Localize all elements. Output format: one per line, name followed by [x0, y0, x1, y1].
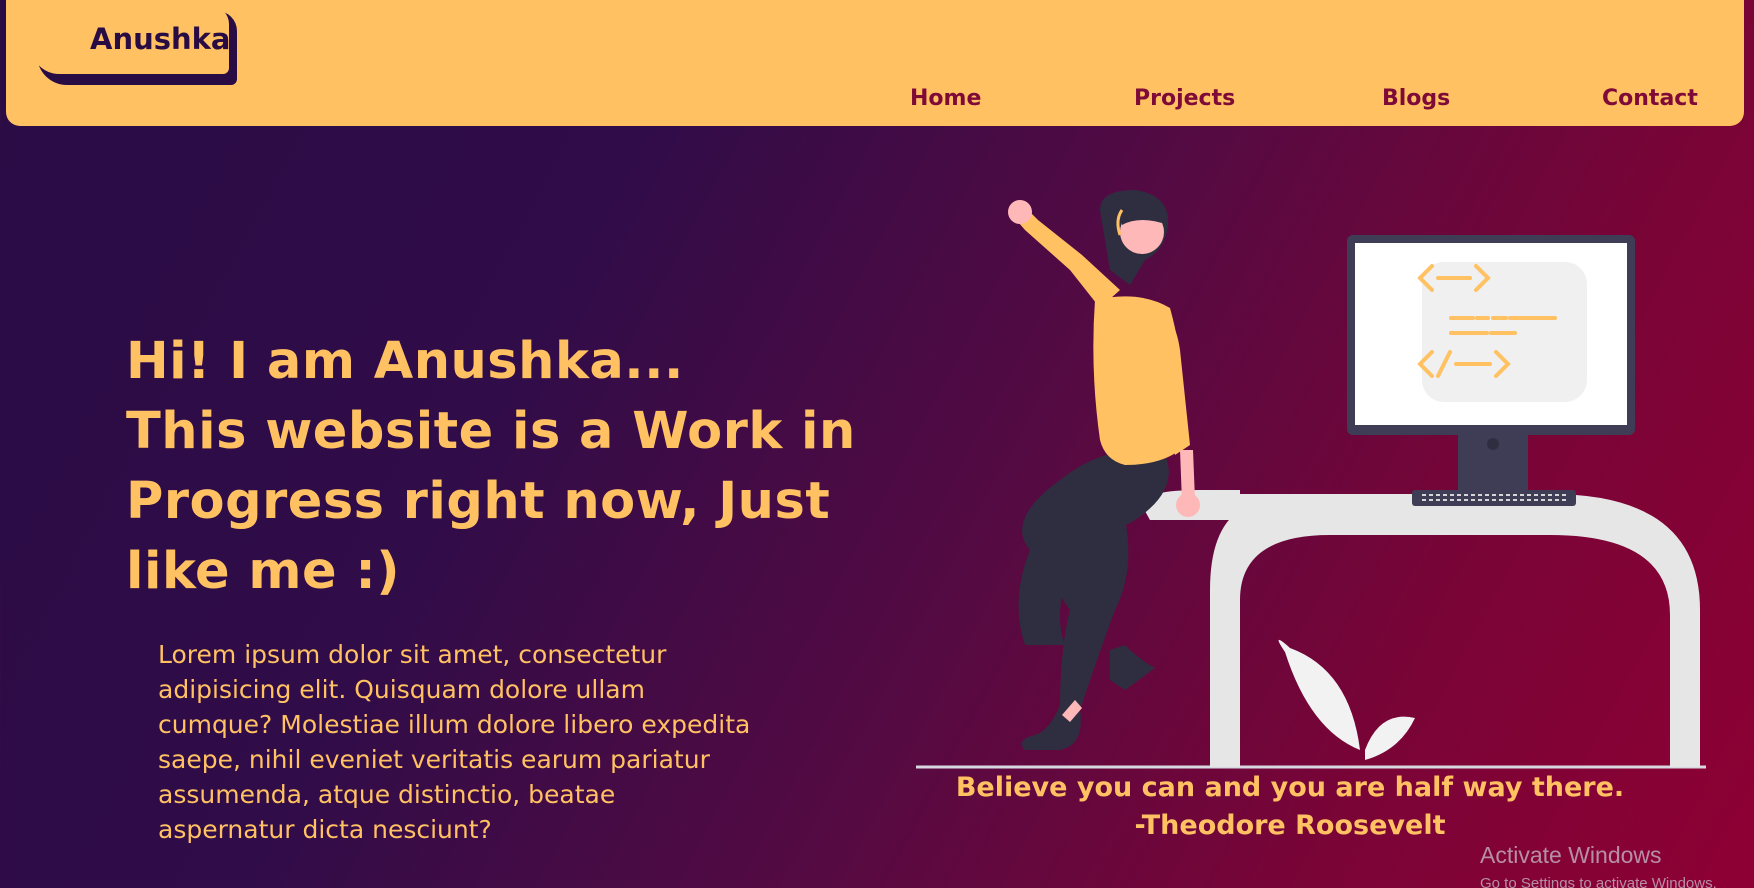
quote-author: -Theodore Roosevelt: [1134, 810, 1446, 841]
monitor-icon: [1347, 235, 1635, 506]
hero-paragraph-line: assumenda, atque distinctio, beatae: [158, 780, 616, 809]
navbar: Anushka Home Projects Blogs Contact: [6, 0, 1744, 126]
hero-title-line: This website is a Work in: [126, 402, 856, 461]
hero-paragraph: Lorem ipsum dolor sit amet, consectetur …: [158, 637, 788, 847]
hero-title-line: like me :): [126, 542, 401, 601]
nav-home[interactable]: Home: [910, 86, 981, 111]
hero-paragraph-line: cumque? Molestiae illum dolore libero ex…: [158, 710, 751, 739]
hero-paragraph-line: saepe, nihil eveniet veritatis earum par…: [158, 745, 710, 774]
desk: [1200, 494, 1700, 767]
brand-logo[interactable]: Anushka: [90, 22, 231, 56]
person-figure: [1008, 190, 1200, 750]
hero-paragraph-line: aspernatur dicta nesciunt?: [158, 815, 492, 844]
nav-contact[interactable]: Contact: [1602, 86, 1698, 111]
hero-title-line: Progress right now, Just: [126, 472, 831, 531]
hero-title-line: Hi! I am Anushka...: [126, 332, 684, 391]
watermark-title: Activate Windows: [1480, 842, 1662, 868]
hero-title: Hi! I am Anushka... This website is a Wo…: [126, 327, 856, 607]
plant-icon: [1278, 639, 1415, 760]
hero-paragraph-line: adipisicing elit. Quisquam dolore ullam: [158, 675, 645, 704]
windows-activation-watermark: Activate Windows Go to Settings to activ…: [1480, 842, 1717, 888]
quote-block: Believe you can and you are half way the…: [916, 769, 1664, 845]
quote-text: Believe you can and you are half way the…: [955, 772, 1625, 803]
nav-blogs[interactable]: Blogs: [1382, 86, 1450, 111]
developer-at-desk-illustration: [916, 190, 1706, 769]
watermark-subtitle: Go to Settings to activate Windows.: [1480, 875, 1717, 888]
hero-paragraph-line: Lorem ipsum dolor sit amet, consectetur: [158, 640, 667, 669]
nav-projects[interactable]: Projects: [1134, 86, 1235, 111]
